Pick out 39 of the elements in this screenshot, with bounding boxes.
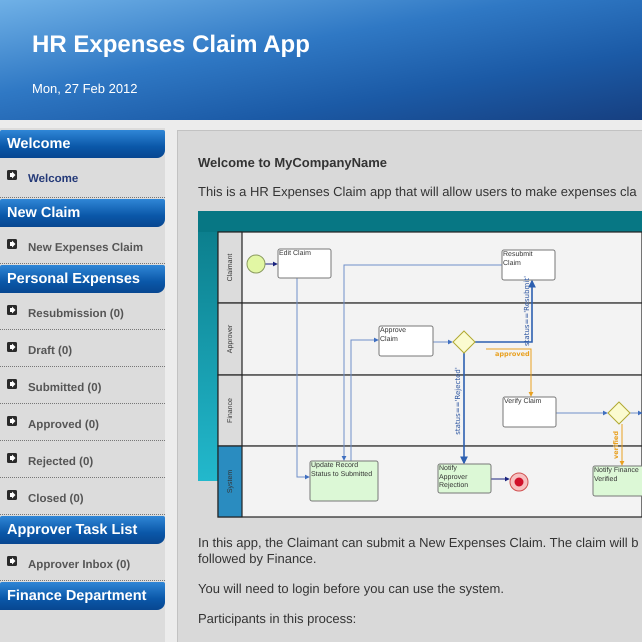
sidebar-item[interactable]: Rejected (0) [0,441,165,478]
sidebar-item[interactable]: Resubmission (0) [0,293,165,330]
gateway-diamond [452,330,476,354]
end-event [510,472,528,492]
sidebar-item[interactable]: Approver Inbox (0) [0,544,165,581]
body-paragraph: You will need to login before you can use the system. [198,581,504,597]
arrow-square-icon [7,379,17,389]
section-header: New Claim [0,199,165,227]
arrow-square-icon [7,556,17,566]
date-label: Mon, 27 Feb 2012 [32,81,138,96]
section-header: Finance Department [0,582,165,610]
connector-arrow [490,476,510,482]
section-header: Personal Expenses [0,265,165,293]
sidebar-item[interactable]: New Expenses Claim [0,227,165,264]
body-paragraph: Participants in this process: [198,611,356,627]
connector-arrow [556,410,608,416]
section-header: Welcome [0,130,165,158]
sidebar-item[interactable]: Draft (0) [0,330,165,367]
connector-arrow [264,262,278,266]
arrow-square-icon [7,416,17,426]
body-paragraph: In this app, the Claimant can submit a New Expenses Claim. The claim will b followed by Finance. [198,535,639,567]
sidebar-item[interactable]: Submitted (0) [0,367,165,404]
connector-arrow [630,410,642,416]
arrow-square-icon [7,170,17,180]
welcome-heading: Welcome to MyCompanyName [198,155,388,170]
sidebar-item[interactable]: Welcome [0,158,165,198]
start-event [246,254,266,274]
arrow-square-icon [7,239,17,249]
arrow-square-icon [7,490,17,500]
arrow-square-icon [7,453,17,463]
app-title: HR Expenses Claim App [32,30,310,60]
arrow-square-icon [7,305,17,315]
intro-text: This is a HR Expenses Claim app that will allow users to make expenses cla [198,184,637,199]
sidebar-item[interactable]: Approved (0) [0,404,165,441]
connector-arrow [620,424,624,466]
gateway-diamond [607,401,631,425]
sidebar-item[interactable]: Closed (0) [0,478,165,515]
section-header: Approver Task List [0,516,165,544]
arrow-square-icon [7,342,17,352]
